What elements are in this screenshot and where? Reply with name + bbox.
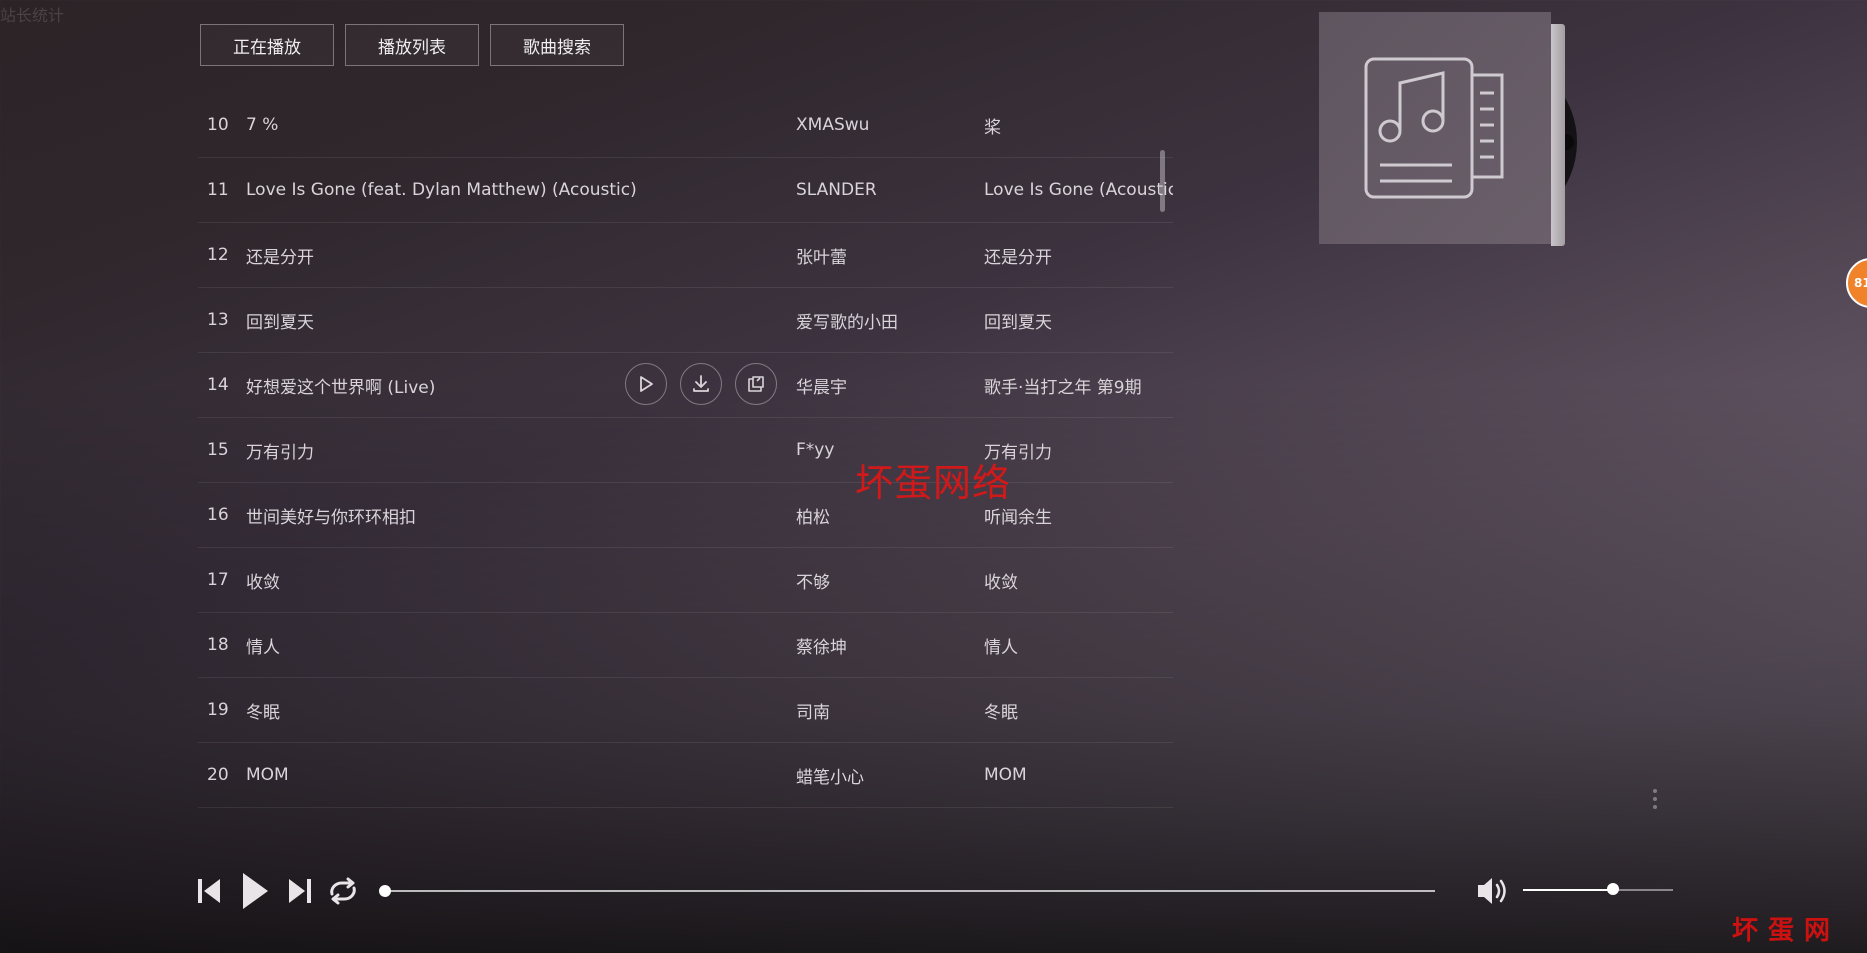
song-number: 20 (207, 765, 229, 785)
song-album[interactable]: Love Is Gone (Acoustic) (984, 180, 1173, 200)
row-actions (625, 363, 777, 405)
song-title: 情人 (246, 637, 280, 658)
play-button[interactable] (241, 868, 269, 918)
song-title: 收敛 (246, 572, 280, 593)
row-share-button[interactable] (735, 363, 777, 405)
song-title: MOM (246, 765, 289, 785)
tab-song-search[interactable]: 歌曲搜索 (490, 24, 624, 66)
song-number: 12 (207, 245, 229, 265)
song-row[interactable]: 15 万有引力 F*yy 万有引力 (198, 418, 1173, 483)
more-options-icon[interactable] (1652, 787, 1658, 811)
volume-button[interactable] (1476, 868, 1510, 918)
music-document-icon (1364, 57, 1504, 199)
volume-fill (1523, 889, 1613, 891)
volume-thumb[interactable] (1607, 883, 1619, 895)
song-row[interactable]: 11 Love Is Gone (feat. Dylan Matthew) (A… (198, 158, 1173, 223)
song-number: 13 (207, 310, 229, 330)
song-title: 万有引力 (246, 442, 314, 463)
stats-link[interactable]: 站长统计 (0, 2, 64, 26)
song-album[interactable]: 听闻余生 (984, 503, 1173, 528)
repeat-button[interactable] (328, 868, 358, 918)
song-artist[interactable]: 张叶蕾 (796, 243, 984, 268)
song-album[interactable]: 桨 (984, 113, 1173, 138)
song-title: 7 % (246, 115, 279, 135)
song-number: 17 (207, 570, 229, 590)
song-list: 10 7 % XMASwu 桨 11 Love Is Gone (feat. D… (198, 93, 1173, 808)
progress-track[interactable] (385, 890, 1435, 892)
song-title: 回到夏天 (246, 312, 314, 333)
song-number: 14 (207, 375, 229, 395)
tab-now-playing[interactable]: 正在播放 (200, 24, 334, 66)
song-album[interactable]: 情人 (984, 633, 1173, 658)
song-row[interactable]: 13 回到夏天 爱写歌的小田 回到夏天 (198, 288, 1173, 353)
floating-badge[interactable]: 81 (1846, 258, 1867, 308)
badge-count: 81 (1854, 276, 1867, 290)
repeat-icon (330, 877, 356, 905)
progress-thumb[interactable] (379, 885, 391, 897)
watermark-corner: 坏蛋网络 (1732, 916, 1841, 946)
song-artist[interactable]: 蔡徐坤 (796, 633, 984, 658)
share-icon (748, 376, 764, 392)
song-album[interactable]: 还是分开 (984, 243, 1173, 268)
watermark-center: 坏蛋网络 (855, 461, 1012, 505)
song-row-hovered[interactable]: 14 好想爱这个世界啊 (Live) 华晨宇 歌手·当打之年 第9期 (198, 353, 1173, 418)
song-title: 还是分开 (246, 247, 314, 268)
song-album[interactable]: 回到夏天 (984, 308, 1173, 333)
song-artist[interactable]: XMASwu (796, 115, 984, 135)
song-row[interactable]: 10 7 % XMASwu 桨 (198, 93, 1173, 158)
tab-bar: 正在播放 播放列表 歌曲搜索 (200, 24, 624, 66)
player-bar (196, 868, 1676, 914)
song-artist[interactable]: 爱写歌的小田 (796, 308, 984, 333)
play-icon (243, 873, 268, 909)
song-title: Love Is Gone (feat. Dylan Matthew) (Acou… (246, 180, 637, 200)
next-icon (289, 879, 311, 903)
previous-button[interactable] (196, 868, 222, 918)
next-button[interactable] (287, 868, 313, 918)
song-album[interactable]: 收敛 (984, 568, 1173, 593)
song-album[interactable]: 万有引力 (984, 438, 1173, 463)
song-artist[interactable]: 华晨宇 (796, 373, 984, 398)
song-artist[interactable]: SLANDER (796, 180, 984, 200)
song-artist[interactable]: 蜡笔小心 (796, 763, 984, 788)
volume-icon (1478, 878, 1506, 904)
row-download-button[interactable] (680, 363, 722, 405)
download-icon (693, 375, 709, 392)
sleeve-edge (1551, 24, 1565, 246)
song-artist[interactable]: 不够 (796, 568, 984, 593)
volume-track[interactable] (1523, 889, 1673, 891)
song-album[interactable]: 歌手·当打之年 第9期 (984, 373, 1173, 398)
song-number: 15 (207, 440, 229, 460)
previous-icon (198, 879, 220, 903)
song-number: 19 (207, 700, 229, 720)
song-number: 10 (207, 115, 229, 135)
song-row[interactable]: 12 还是分开 张叶蕾 还是分开 (198, 223, 1173, 288)
list-scrollbar[interactable] (1160, 150, 1165, 212)
song-album[interactable]: MOM (984, 765, 1173, 785)
row-play-button[interactable] (625, 363, 667, 405)
cover-art (1319, 12, 1551, 244)
song-row[interactable]: 20 MOM 蜡笔小心 MOM (198, 743, 1173, 808)
song-row[interactable]: 19 冬眠 司南 冬眠 (198, 678, 1173, 743)
song-row[interactable]: 17 收敛 不够 收敛 (198, 548, 1173, 613)
song-artist[interactable]: 司南 (796, 698, 984, 723)
song-row[interactable]: 16 世间美好与你环环相扣 柏松 听闻余生 (198, 483, 1173, 548)
tab-playlist[interactable]: 播放列表 (345, 24, 479, 66)
album-cover (1319, 12, 1579, 246)
song-row[interactable]: 18 情人 蔡徐坤 情人 (198, 613, 1173, 678)
song-number: 11 (207, 180, 229, 200)
song-album[interactable]: 冬眠 (984, 698, 1173, 723)
play-icon (640, 376, 653, 392)
song-title: 世间美好与你环环相扣 (246, 507, 416, 528)
song-title: 冬眠 (246, 702, 280, 723)
song-number: 18 (207, 635, 229, 655)
song-number: 16 (207, 505, 229, 525)
